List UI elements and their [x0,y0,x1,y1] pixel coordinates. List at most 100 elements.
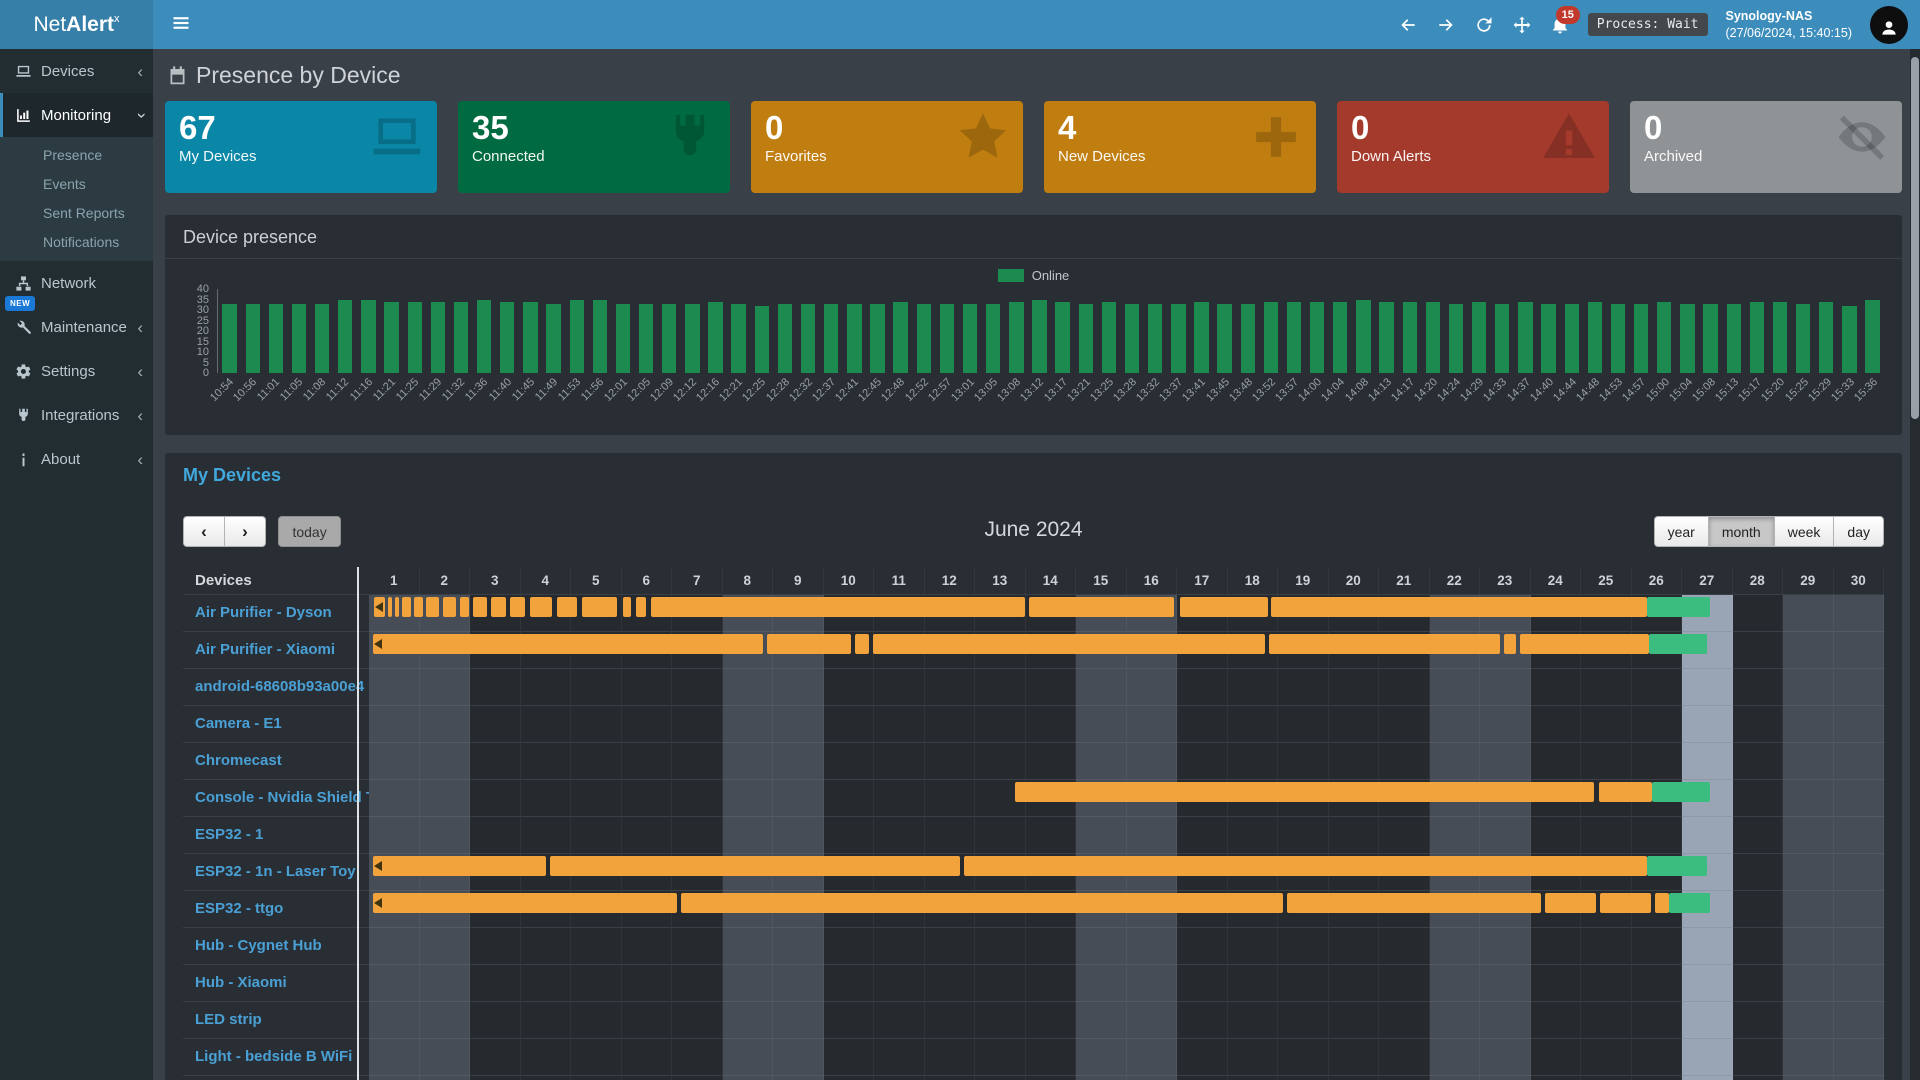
sidebar-item-devices[interactable]: Devices‹ [0,49,153,93]
day-header-25: 25 [1581,567,1632,594]
view-year-button[interactable]: year [1654,516,1709,547]
presence-bar[interactable] [426,597,439,617]
device-link-hub-cygnet-hub[interactable]: Hub - Cygnet Hub [183,928,369,965]
notifications-button[interactable]: 15 [1550,15,1570,35]
presence-bar[interactable] [1655,893,1670,913]
presence-bar[interactable] [414,597,422,617]
sidebar-subitem-presence[interactable]: Presence [0,141,153,170]
device-link-esp32-1n-laser-toy[interactable]: ESP32 - 1n - Laser Toy [183,854,369,891]
presence-bar[interactable] [1669,893,1709,913]
sidebar-item-about[interactable]: About‹ [0,437,153,481]
card-connected[interactable]: 35Connected [458,101,730,193]
presence-bar[interactable] [1647,856,1708,876]
sidebar-subitem-sent-reports[interactable]: Sent Reports [0,199,153,228]
device-link-esp32-ttgo[interactable]: ESP32 - ttgo [183,891,369,928]
presence-bar[interactable] [550,856,960,876]
presence-bar[interactable] [582,597,617,617]
card-my-devices[interactable]: 67My Devices [165,101,437,193]
day-cells [369,817,1884,854]
sidebar-item-maintenance[interactable]: newMaintenance‹ [0,305,153,349]
refresh-button[interactable] [1474,15,1494,35]
presence-bar[interactable] [1647,597,1710,617]
avatar[interactable] [1870,6,1908,44]
day-cells [369,632,1884,669]
sidebar-item-monitoring[interactable]: Monitoring‹ [0,93,153,137]
presence-bar[interactable] [1269,634,1500,654]
chart-bar-slot [1768,302,1791,373]
presence-bar[interactable] [681,893,1283,913]
presence-bar[interactable] [623,597,631,617]
presence-bar[interactable] [1029,597,1174,617]
today-button[interactable]: today [278,516,340,547]
presence-bar[interactable] [530,597,552,617]
presence-bar[interactable] [1652,782,1710,802]
device-link-air-purifier-dyson[interactable]: Air Purifier - Dyson [183,595,369,632]
presence-bar[interactable] [491,597,506,617]
chart-bar [708,302,722,373]
app-logo[interactable]: NetAlertx [0,0,153,49]
presence-bar[interactable] [1180,597,1268,617]
sidebar-toggle-button[interactable] [165,7,197,42]
presence-bar[interactable] [373,634,763,654]
sidebar-subitem-events[interactable]: Events [0,170,153,199]
presence-bar[interactable] [510,597,524,617]
back-button[interactable] [1398,15,1418,35]
presence-bar[interactable] [443,597,456,617]
presence-bar[interactable] [1271,597,1646,617]
view-month-button[interactable]: month [1708,516,1775,547]
sidebar-item-integrations[interactable]: Integrations‹ [0,393,153,437]
chart-bar-slot [1005,302,1028,373]
presence-bar[interactable] [1600,893,1651,913]
chart-bar [755,306,769,373]
prev-button[interactable]: ‹ [183,516,225,547]
device-link-esp32-1[interactable]: ESP32 - 1 [183,817,369,854]
device-link-hub-xiaomi[interactable]: Hub - Xiaomi [183,965,369,1002]
device-link-console-nvidia-shield-t[interactable]: Console - Nvidia Shield T [183,780,369,817]
view-week-button[interactable]: week [1774,516,1835,547]
presence-bar[interactable] [651,597,1026,617]
device-link-android-68608b93a00e4[interactable]: android-68608b93a00e4 [183,669,369,706]
chart-bar [1032,300,1046,374]
presence-bar[interactable] [767,634,851,654]
presence-bar[interactable] [873,634,1265,654]
presence-bar[interactable] [964,856,1647,876]
presence-bar[interactable] [373,893,677,913]
card-archived[interactable]: 0Archived [1630,101,1902,193]
presence-overlay [369,1039,1884,1076]
presence-bar[interactable] [1599,782,1652,802]
expand-button[interactable] [1512,15,1532,35]
presence-bar[interactable] [460,597,469,617]
presence-bar[interactable] [402,597,411,617]
chart-bar-slot [889,302,912,373]
section-title[interactable]: My Devices [183,465,1884,486]
presence-bar[interactable] [395,597,399,617]
card-new-devices[interactable]: 4New Devices [1044,101,1316,193]
forward-button[interactable] [1436,15,1456,35]
presence-bar[interactable] [373,856,546,876]
view-day-button[interactable]: day [1833,516,1884,547]
card-down-alerts[interactable]: 0Down Alerts [1337,101,1609,193]
presence-bar[interactable] [1649,634,1707,654]
presence-bar[interactable] [1287,893,1541,913]
day-header-16: 16 [1127,567,1178,594]
presence-bar[interactable] [473,597,487,617]
device-link-light-bedside-b-wifi[interactable]: Light - bedside B WiFi [183,1039,369,1076]
presence-bar[interactable] [1504,634,1516,654]
presence-bar[interactable] [388,597,392,617]
device-link-air-purifier-xiaomi[interactable]: Air Purifier - Xiaomi [183,632,369,669]
presence-bar[interactable] [636,597,646,617]
presence-bar[interactable] [557,597,577,617]
new-badge: new [5,296,35,311]
presence-bar[interactable] [1520,634,1649,654]
device-link-led-strip[interactable]: LED strip [183,1002,369,1039]
presence-bar[interactable] [855,634,869,654]
sidebar-subitem-notifications[interactable]: Notifications [0,228,153,257]
scrollbar-thumb[interactable] [1911,57,1919,419]
card-favorites[interactable]: 0Favorites [751,101,1023,193]
presence-bar[interactable] [1545,893,1597,913]
next-button[interactable]: › [224,516,266,547]
sidebar-item-settings[interactable]: Settings‹ [0,349,153,393]
device-link-camera-e1[interactable]: Camera - E1 [183,706,369,743]
device-link-chromecast[interactable]: Chromecast [183,743,369,780]
presence-bar[interactable] [1015,782,1593,802]
